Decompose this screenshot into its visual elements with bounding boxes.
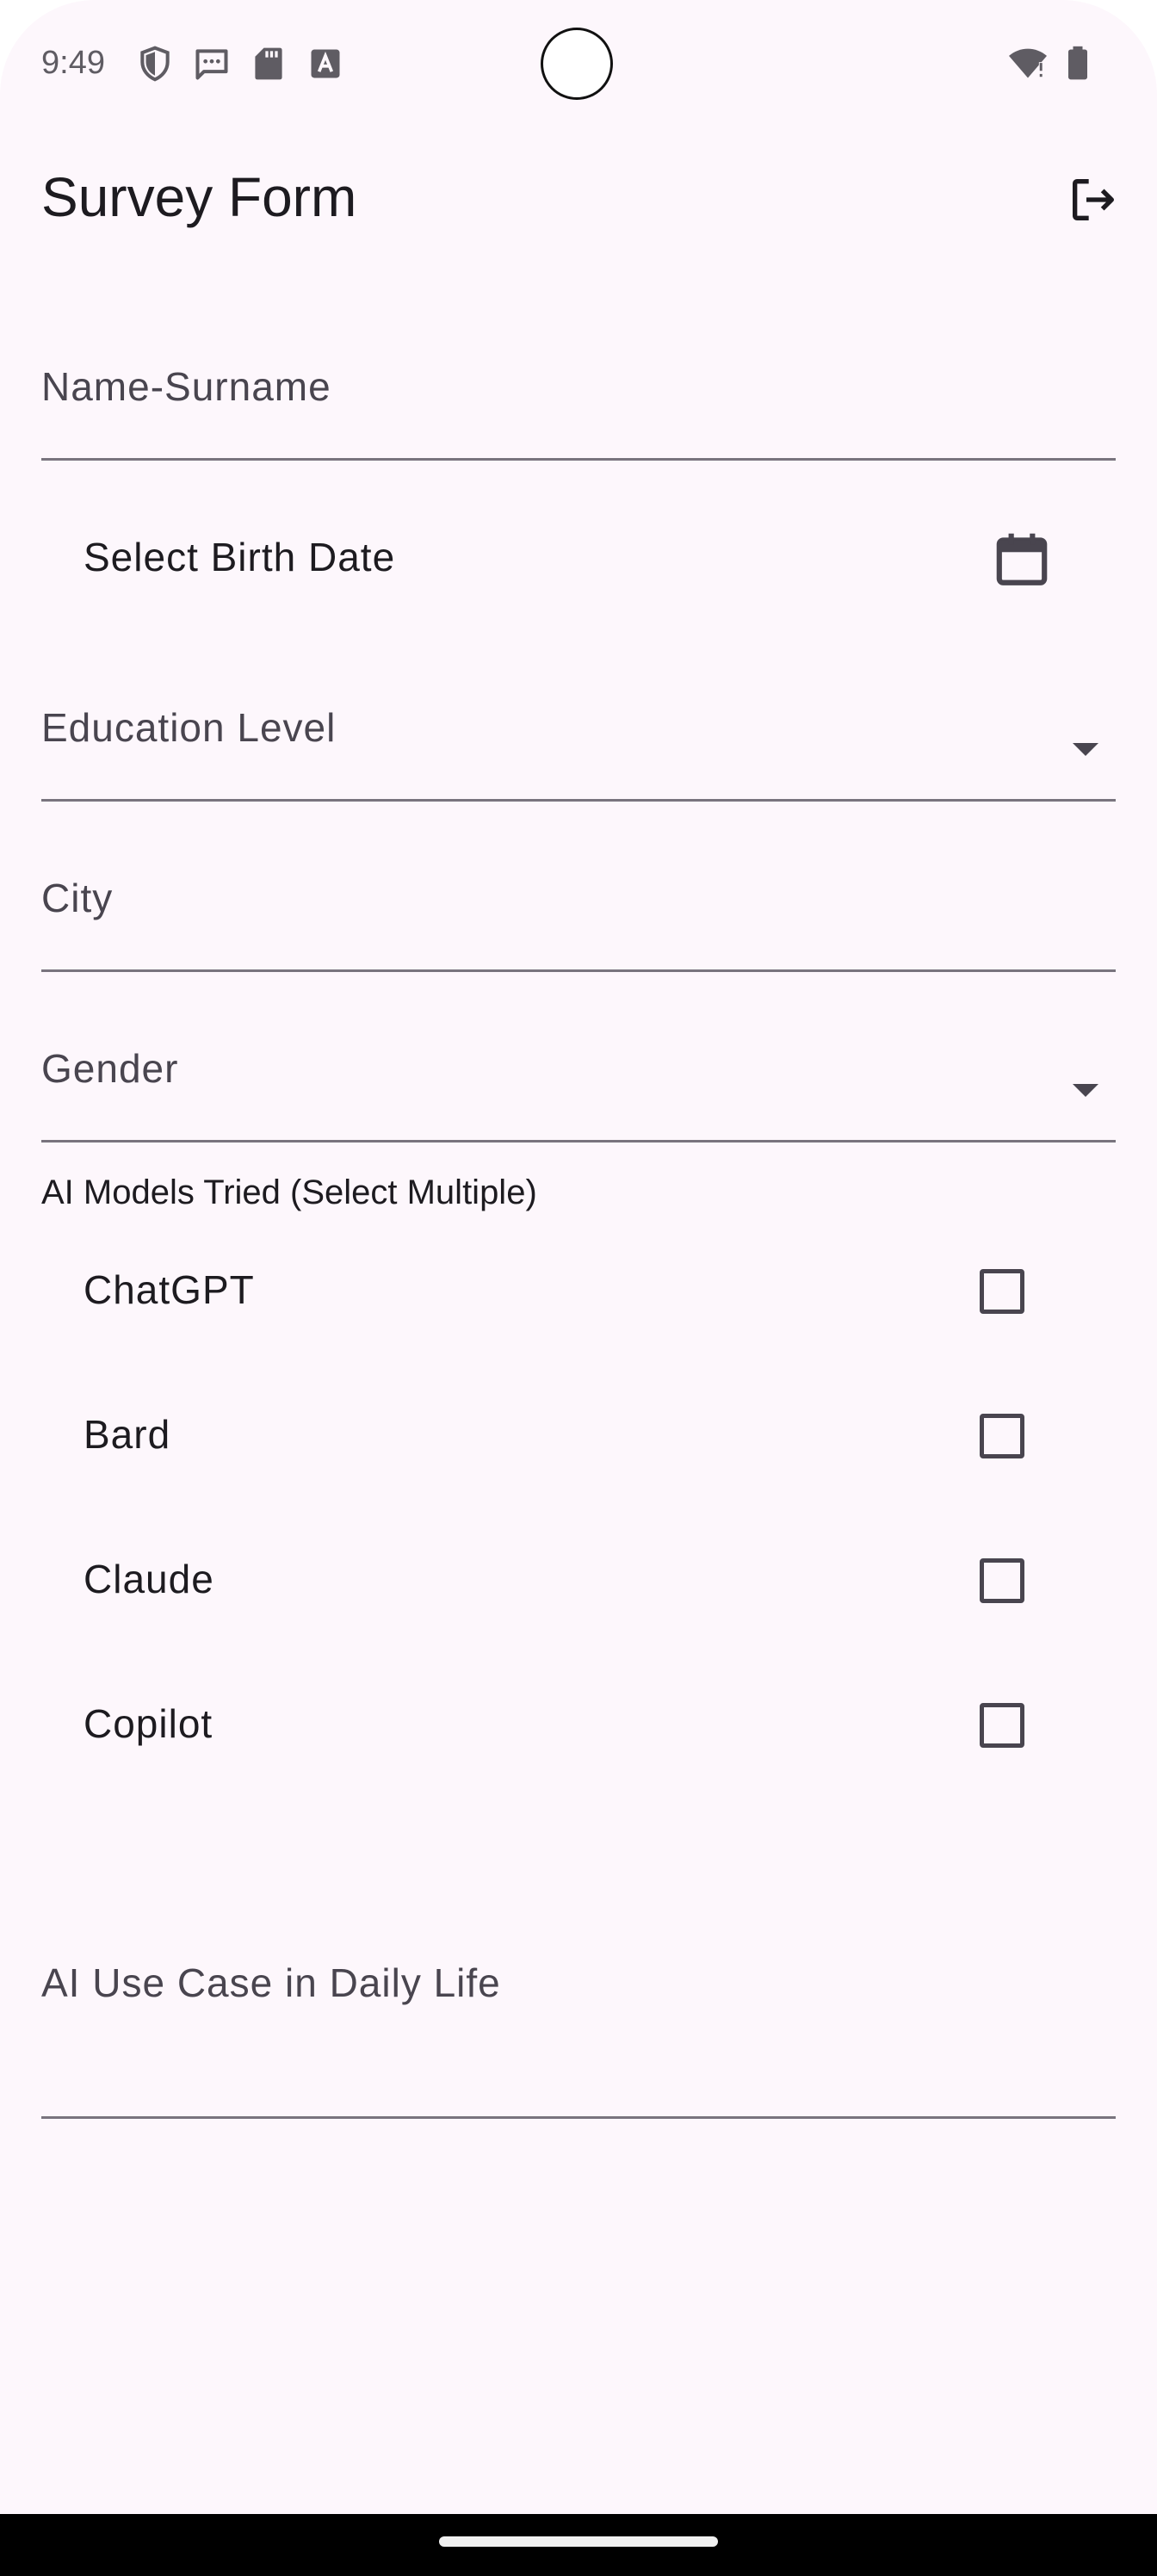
checkbox-label: Copilot: [84, 1701, 213, 1746]
city-field[interactable]: City: [41, 849, 1116, 972]
chatgpt-checkbox[interactable]: [980, 1269, 1024, 1314]
wifi-icon: [1007, 45, 1047, 83]
checkbox-item-copilot[interactable]: Copilot: [0, 1655, 1157, 1799]
battery-icon: [1061, 45, 1098, 83]
copilot-checkbox[interactable]: [980, 1703, 1024, 1748]
calendar-icon: [990, 527, 1054, 595]
app-screen: 9:49 Survey Form Name-Surname Select Bir…: [0, 0, 1157, 2576]
status-bar: 9:49: [0, 0, 1157, 129]
city-label: City: [41, 876, 114, 920]
gender-label: Gender: [41, 1046, 179, 1091]
name-surname-label: Name-Surname: [41, 364, 331, 409]
claude-checkbox[interactable]: [980, 1558, 1024, 1603]
education-level-label: Education Level: [41, 705, 337, 750]
ai-use-case-field[interactable]: AI Use Case in Daily Life: [41, 1925, 1116, 2119]
birth-date-label: Select Birth Date: [84, 535, 396, 579]
page-title: Survey Form: [41, 166, 357, 228]
chevron-down-icon: [1073, 1084, 1098, 1097]
birth-date-selector[interactable]: Select Birth Date: [0, 486, 1157, 630]
name-surname-field[interactable]: Name-Surname: [41, 337, 1116, 461]
gender-dropdown[interactable]: Gender: [41, 1019, 1116, 1142]
bard-checkbox[interactable]: [980, 1414, 1024, 1458]
shield-icon: [136, 45, 174, 83]
sd-card-icon: [250, 45, 288, 83]
status-time: 9:49: [41, 45, 105, 81]
checkbox-label: ChatGPT: [84, 1267, 255, 1312]
checkbox-item-claude[interactable]: Claude: [0, 1510, 1157, 1655]
chevron-down-icon: [1073, 743, 1098, 756]
checkbox-label: Claude: [84, 1557, 214, 1601]
text-a-icon: [306, 45, 344, 83]
ai-use-case-label: AI Use Case in Daily Life: [41, 1960, 501, 2005]
checkbox-item-chatgpt[interactable]: ChatGPT: [0, 1221, 1157, 1365]
checkbox-item-bard[interactable]: Bard: [0, 1365, 1157, 1510]
message-icon: [193, 45, 231, 83]
education-level-dropdown[interactable]: Education Level: [41, 678, 1116, 802]
logout-button[interactable]: [1061, 169, 1126, 234]
home-indicator[interactable]: [439, 2536, 718, 2547]
logout-icon: [1066, 172, 1121, 232]
front-camera: [541, 28, 613, 100]
ai-models-section-label: AI Models Tried (Select Multiple): [41, 1173, 537, 1211]
checkbox-label: Bard: [84, 1412, 171, 1457]
